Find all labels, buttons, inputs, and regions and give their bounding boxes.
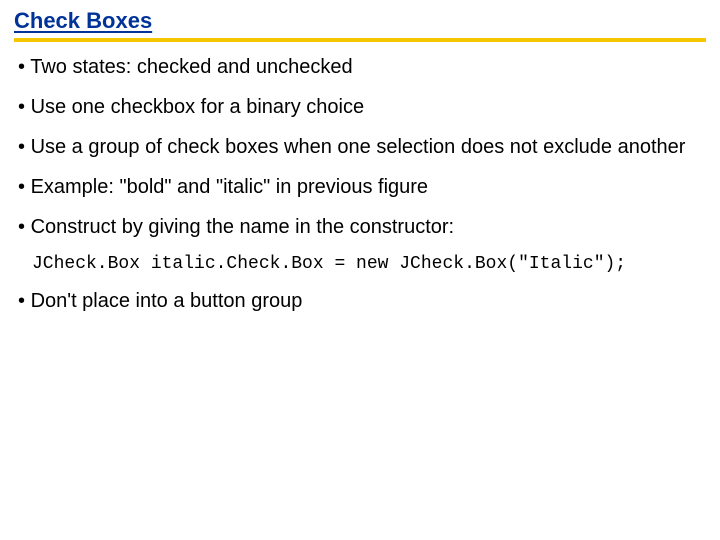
bullet-list: Two states: checked and unchecked Use on… [14, 54, 706, 240]
slide: Check Boxes Two states: checked and unch… [0, 0, 720, 314]
bullet-list-2: Don't place into a button group [14, 288, 706, 314]
code-line: JCheck.Box italic.Check.Box = new JCheck… [32, 254, 706, 274]
slide-title: Check Boxes [14, 8, 706, 34]
bullet-item: Use a group of check boxes when one sele… [14, 134, 706, 160]
bullet-item: Example: "bold" and "italic" in previous… [14, 174, 706, 200]
title-rule [14, 38, 706, 42]
bullet-item: Two states: checked and unchecked [14, 54, 706, 80]
bullet-item: Don't place into a button group [14, 288, 706, 314]
bullet-item: Construct by giving the name in the cons… [14, 214, 706, 240]
bullet-item: Use one checkbox for a binary choice [14, 94, 706, 120]
